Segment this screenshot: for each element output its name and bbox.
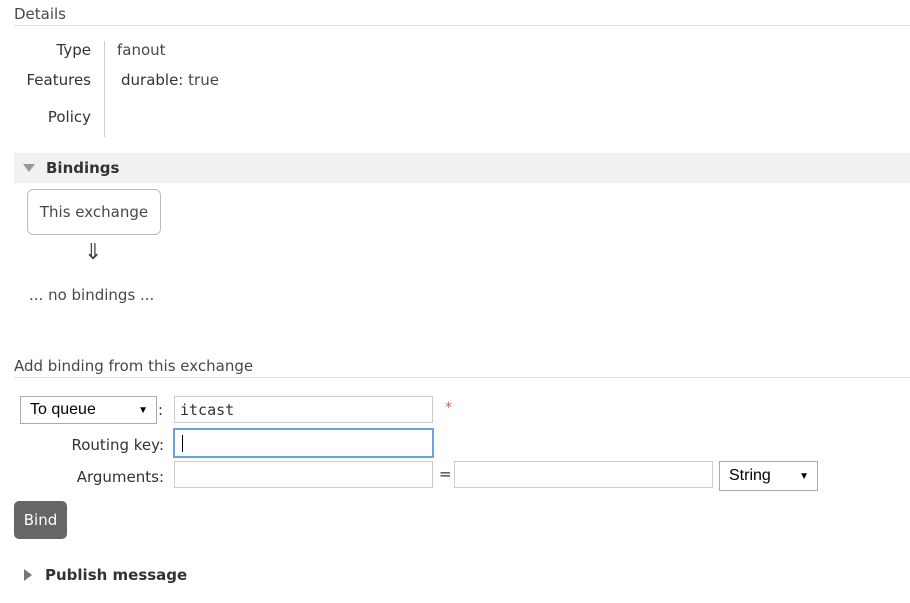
triangle-down-icon — [23, 164, 35, 172]
destination-input-value: itcast — [180, 400, 235, 419]
argument-key-input[interactable] — [174, 461, 433, 488]
bindings-section-header[interactable]: Bindings — [14, 153, 910, 183]
features-label: Features — [26, 71, 92, 89]
argument-type-value: String — [729, 467, 771, 484]
down-double-arrow-icon: ⇓ — [84, 240, 103, 265]
caret-down-icon: ▼ — [138, 404, 148, 416]
publish-message-title: Publish message — [45, 566, 188, 584]
caret-down-icon: ▼ — [799, 470, 809, 482]
routing-key-label: Routing key: — [71, 436, 165, 454]
triangle-right-icon — [24, 569, 32, 581]
add-binding-heading: Add binding from this exchange — [14, 357, 910, 378]
destination-colon: : — [158, 401, 164, 419]
arguments-label: Arguments: — [76, 468, 164, 486]
details-heading: Details — [14, 5, 910, 26]
no-bindings-text: ... no bindings ... — [29, 286, 155, 304]
type-label: Type — [56, 41, 91, 59]
required-asterisk: * — [445, 400, 452, 416]
details-divider — [104, 41, 105, 137]
feature-key: durable: — [121, 71, 184, 89]
this-exchange-box: This exchange — [27, 189, 161, 235]
argument-value-input[interactable] — [454, 461, 713, 488]
text-cursor — [182, 434, 183, 452]
destination-type-value: To queue — [30, 401, 96, 418]
type-value: fanout — [117, 41, 166, 59]
destination-input[interactable]: itcast — [174, 396, 433, 423]
feature-value: true — [188, 71, 219, 89]
policy-label: Policy — [47, 108, 91, 126]
argument-type-select[interactable]: String ▼ — [719, 461, 818, 491]
routing-key-input[interactable] — [173, 428, 434, 458]
publish-message-section-header[interactable]: Publish message — [24, 566, 187, 584]
bindings-title: Bindings — [46, 159, 120, 177]
equals-sign: = — [439, 465, 452, 483]
bind-button[interactable]: Bind — [14, 501, 67, 539]
destination-type-select[interactable]: To queue ▼ — [20, 396, 157, 424]
features-value: durable: true — [121, 71, 219, 89]
